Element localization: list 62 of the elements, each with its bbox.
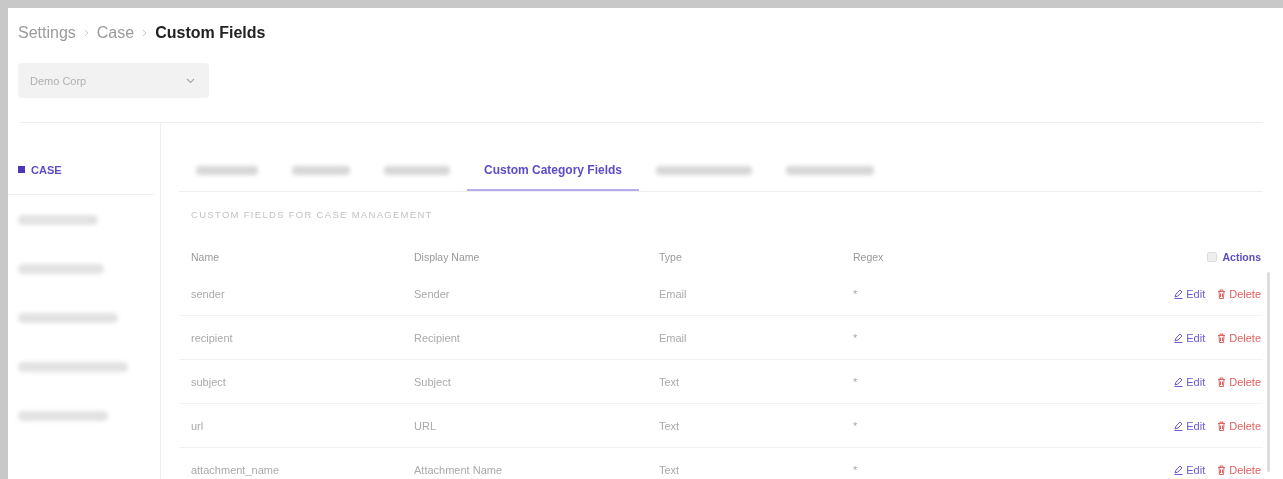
table-cell-text: attachment_name: [191, 463, 281, 476]
pencil-icon: [1174, 332, 1184, 343]
edit-link[interactable]: Edit: [1174, 375, 1206, 388]
table-cell-text: url: [191, 419, 205, 432]
table-cell-text: Text: [659, 419, 681, 432]
organization-select[interactable]: Demo Corp: [18, 63, 209, 98]
table-cell-text: Email: [659, 287, 688, 300]
square-icon: [18, 166, 25, 173]
delete-link[interactable]: Delete: [1217, 419, 1261, 432]
table-cell-text: Text: [659, 463, 681, 476]
edit-link[interactable]: Edit: [1174, 331, 1206, 344]
column-header: Display Name: [414, 251, 481, 263]
table-cell-text: Text: [659, 375, 681, 388]
pencil-icon: [1174, 464, 1184, 475]
chevron-icon: [83, 29, 89, 37]
trash-icon: [1217, 420, 1227, 431]
breadcrumb-item[interactable]: Settings: [18, 24, 76, 42]
chevron-icon: [142, 29, 148, 37]
trash-icon: [1217, 376, 1227, 387]
checkbox-icon: [1207, 252, 1218, 262]
redacted-sidebar-item[interactable]: [18, 410, 108, 421]
trash-icon: [1217, 288, 1227, 299]
table-cell-text: Recipient: [414, 331, 461, 344]
table-cell-text: *: [853, 375, 859, 388]
sidebar-item[interactable]: CASE: [8, 145, 154, 195]
redacted-sidebar-item[interactable]: [18, 312, 118, 323]
edit-link[interactable]: Edit: [1174, 287, 1206, 300]
table-cell-text: sender: [191, 287, 226, 300]
pencil-icon: [1174, 288, 1184, 299]
redacted-sidebar-item[interactable]: [18, 263, 104, 274]
chevron-down-icon: [186, 77, 195, 84]
column-header: Regex: [853, 251, 885, 263]
redacted-sidebar-item[interactable]: [18, 361, 128, 372]
table-cell-text: *: [853, 331, 859, 344]
pencil-icon: [1174, 420, 1184, 431]
table-cell-text: Attachment Name: [414, 463, 504, 476]
delete-link[interactable]: Delete: [1217, 331, 1261, 344]
table-cell-text: recipient: [191, 331, 234, 344]
breadcrumb-item: Custom Fields: [155, 24, 266, 42]
table-cell-text: *: [853, 419, 859, 432]
table-cell-text: *: [853, 463, 859, 476]
delete-link[interactable]: Delete: [1217, 287, 1261, 300]
table-cell-text: URL: [414, 419, 437, 432]
table-cell-text: Subject: [414, 375, 452, 388]
redacted-sidebar-item[interactable]: [18, 214, 98, 225]
table-cell-text: *: [853, 287, 859, 300]
edit-link[interactable]: Edit: [1174, 463, 1206, 476]
table-cell-text: subject: [191, 375, 227, 388]
trash-icon: [1217, 332, 1227, 343]
trash-icon: [1217, 464, 1227, 475]
column-header: Name: [191, 251, 220, 263]
tab[interactable]: Custom Category Fields: [467, 151, 640, 191]
delete-link[interactable]: Delete: [1217, 463, 1261, 476]
breadcrumb-item[interactable]: Case: [96, 24, 135, 42]
table-cell-text: Sender: [414, 287, 451, 300]
delete-link[interactable]: Delete: [1217, 375, 1261, 388]
pencil-icon: [1174, 376, 1184, 387]
column-header: Actions: [1222, 251, 1261, 263]
table-cell-text: Email: [659, 331, 688, 344]
scrollbar[interactable]: [1267, 272, 1270, 472]
column-header: Type: [659, 251, 683, 263]
edit-link[interactable]: Edit: [1174, 419, 1206, 432]
